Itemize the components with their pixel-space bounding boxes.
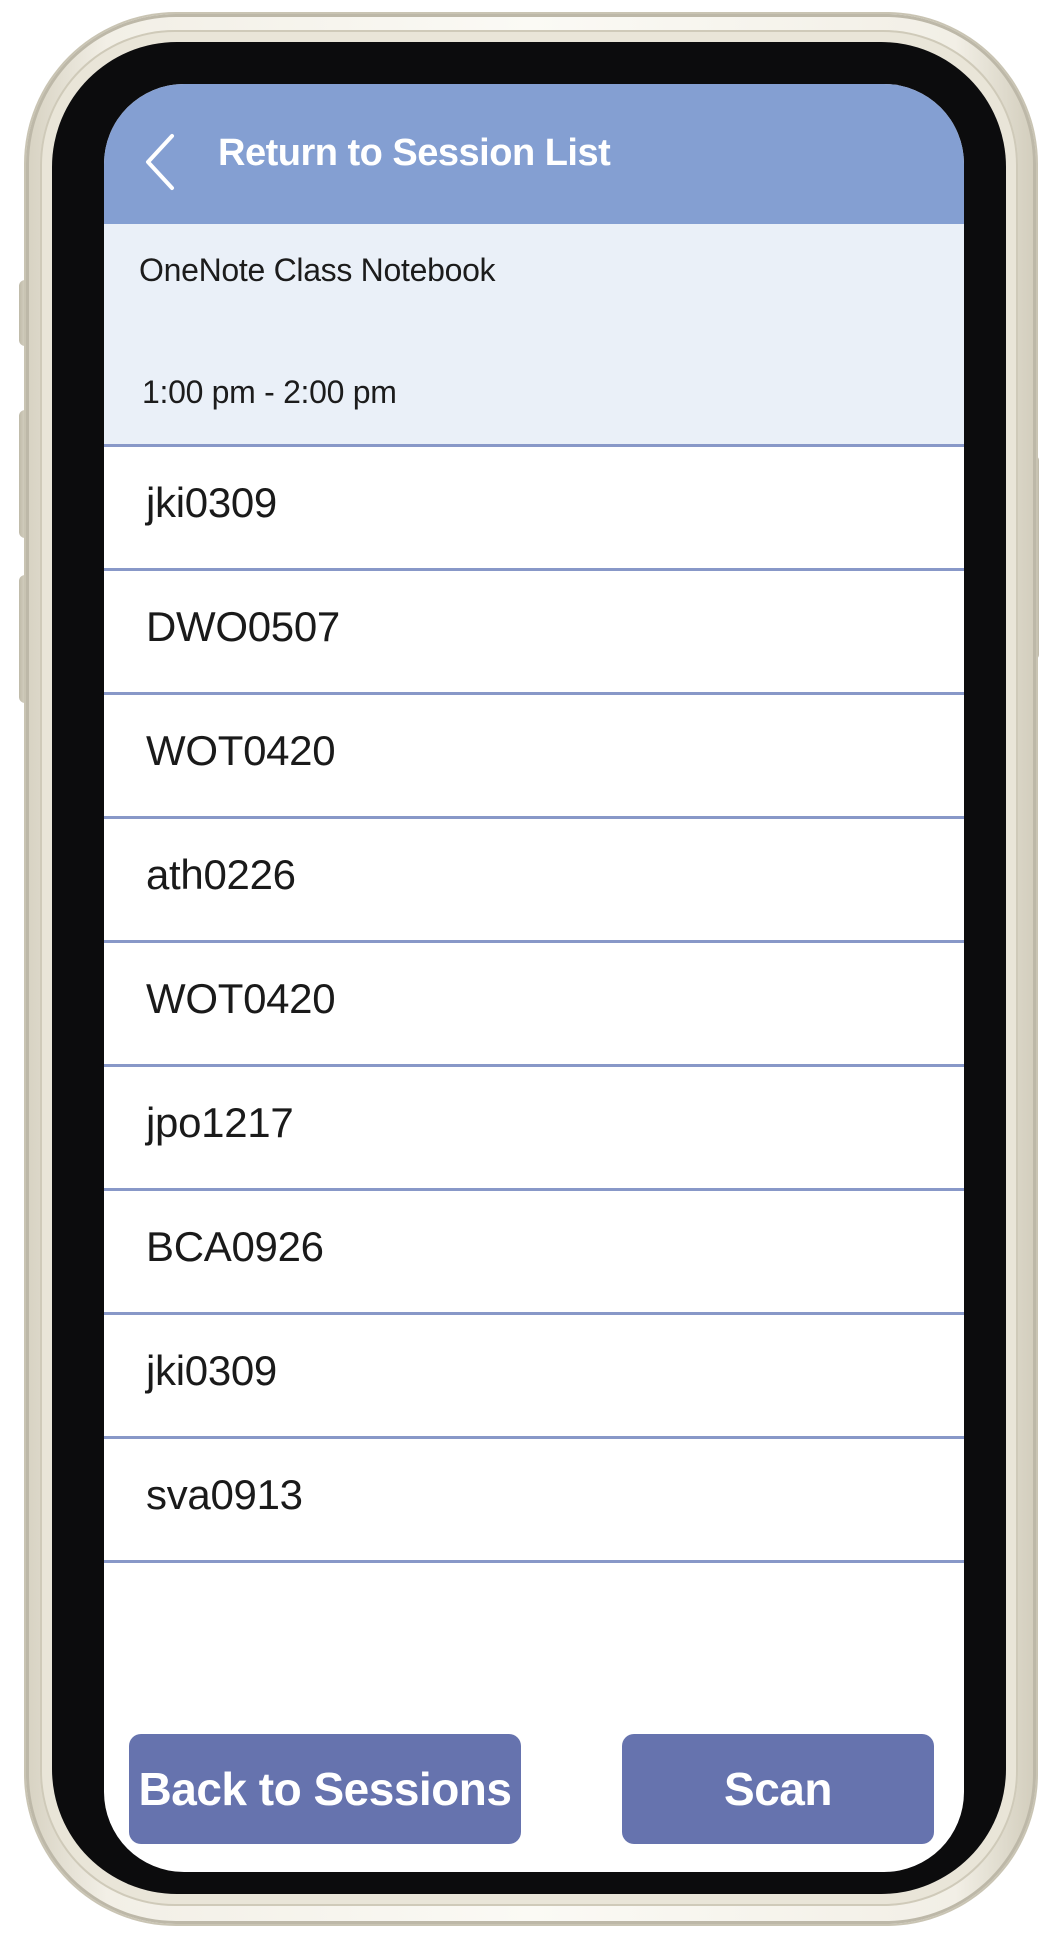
attendee-id: jki0309 [146,1347,277,1394]
scan-button[interactable]: Scan [622,1734,934,1844]
back-to-sessions-button[interactable]: Back to Sessions [129,1734,521,1844]
list-item[interactable]: jki0309 [104,1315,964,1439]
course-name: OneNote Class Notebook [139,252,496,288]
phone-screen: Return to Session List OneNote Class Not… [104,84,964,1872]
list-item[interactable]: BCA0926 [104,1191,964,1315]
list-item[interactable]: WOT0420 [104,695,964,819]
list-item[interactable]: ath0226 [104,819,964,943]
attendee-id: WOT0420 [146,975,336,1022]
attendee-id: jpo1217 [146,1099,294,1146]
attendee-list: jki0309 DWO0507 WOT0420 ath0226 WOT0420 … [104,447,964,1563]
return-to-session-list-link[interactable]: Return to Session List [218,132,611,175]
list-item[interactable]: jki0309 [104,447,964,571]
app-header: Return to Session List [104,84,964,224]
chevron-left-icon[interactable] [142,132,182,192]
list-item[interactable]: jpo1217 [104,1067,964,1191]
list-item[interactable]: sva0913 [104,1439,964,1563]
list-item[interactable]: WOT0420 [104,943,964,1067]
attendee-id: WOT0420 [146,727,336,774]
session-info-panel: OneNote Class Notebook 1:00 pm - 2:00 pm [104,224,964,447]
attendee-id: sva0913 [146,1471,303,1518]
attendee-id: ath0226 [146,851,296,898]
stage: Return to Session List OneNote Class Not… [0,0,1039,1934]
list-item[interactable]: DWO0507 [104,571,964,695]
attendee-id: BCA0926 [146,1223,324,1270]
attendee-id: DWO0507 [146,603,340,650]
session-time: 1:00 pm - 2:00 pm [142,374,397,410]
attendee-id: jki0309 [146,479,277,526]
